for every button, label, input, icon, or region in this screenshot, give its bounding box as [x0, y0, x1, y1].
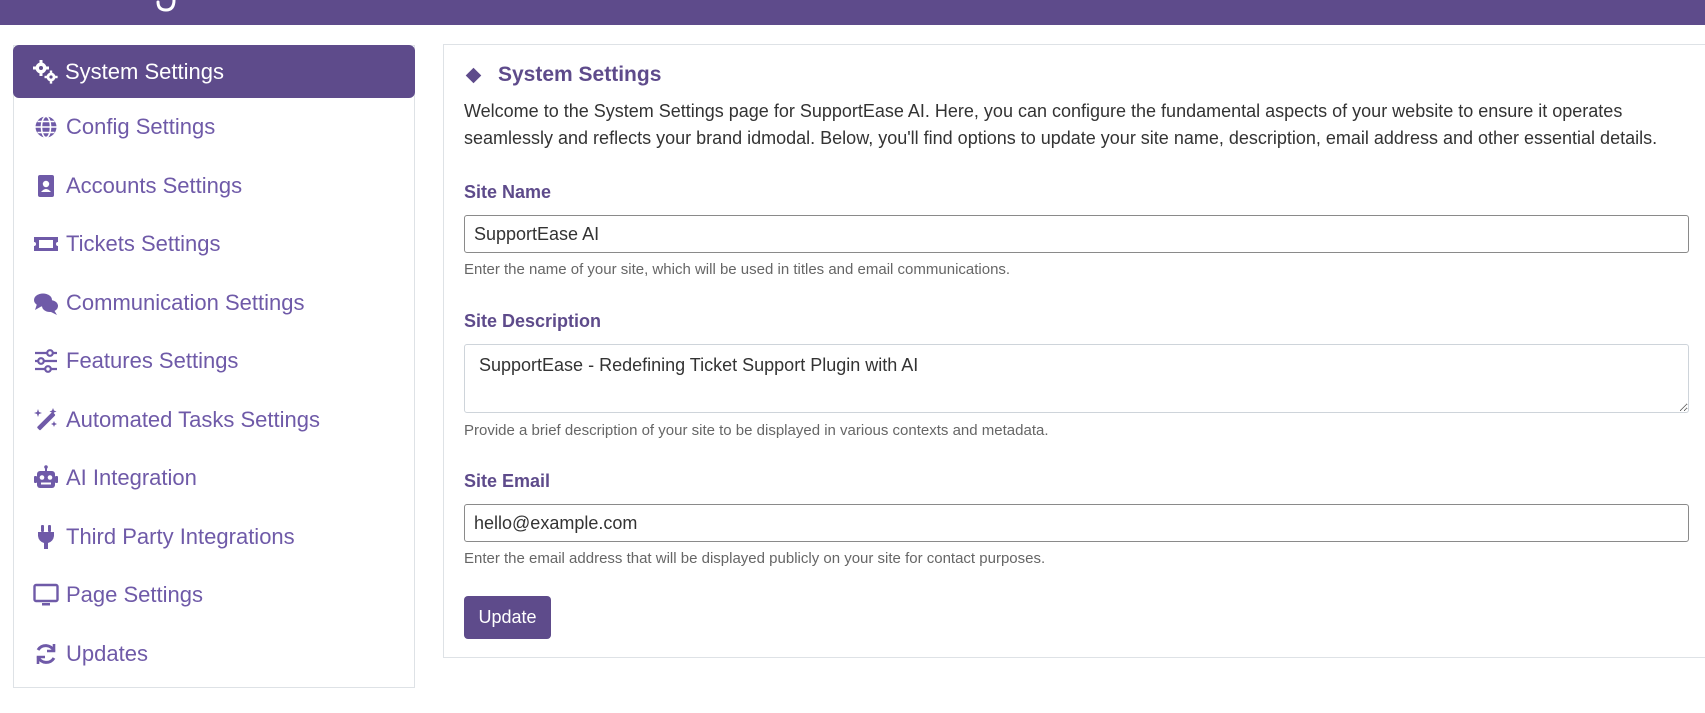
- sidebar-item-accounts-settings[interactable]: Accounts Settings: [14, 157, 414, 216]
- logo-icon: [156, 0, 176, 12]
- sidebar-item-page-settings[interactable]: Page Settings: [14, 566, 414, 625]
- sidebar-item-label: AI Integration: [66, 465, 197, 491]
- sidebar-item-config-settings[interactable]: Config Settings: [14, 98, 414, 157]
- magic-wand-icon: [32, 406, 60, 434]
- refresh-icon: [32, 640, 60, 668]
- sidebar-item-communication-settings[interactable]: Communication Settings: [14, 274, 414, 333]
- sidebar-item-label: Communication Settings: [66, 289, 305, 315]
- desktop-icon: [32, 581, 60, 609]
- page-title: System Settings: [464, 63, 661, 87]
- sidebar-item-automated-tasks-settings[interactable]: Automated Tasks Settings: [14, 391, 414, 450]
- globe-icon: [32, 113, 60, 141]
- gears-icon: [31, 58, 59, 86]
- site-description-textarea[interactable]: SupportEase - Redefining Ticket Support …: [464, 344, 1689, 413]
- sidebar-item-system-settings[interactable]: System Settings: [13, 45, 415, 98]
- plug-icon: [32, 523, 60, 551]
- comments-icon: [32, 289, 60, 317]
- sidebar-item-tickets-settings[interactable]: Tickets Settings: [14, 215, 414, 274]
- settings-sidebar: System Settings Config Settings Accounts…: [13, 45, 415, 688]
- sidebar-item-label: Updates: [66, 640, 148, 666]
- settings-panel: System Settings Welcome to the System Se…: [443, 44, 1705, 658]
- sidebar-item-features-settings[interactable]: Features Settings: [14, 332, 414, 391]
- sidebar-item-third-party-integrations[interactable]: Third Party Integrations: [14, 508, 414, 567]
- ticket-icon: [32, 230, 60, 258]
- sidebar-item-ai-integration[interactable]: AI Integration: [14, 449, 414, 508]
- site-description-label: Site Description: [464, 311, 602, 331]
- sliders-icon: [32, 347, 60, 375]
- sidebar-item-label: System Settings: [65, 58, 224, 84]
- site-email-help: Enter the email address that will be dis…: [464, 550, 1046, 567]
- site-name-help: Enter the name of your site, which will …: [464, 261, 1011, 278]
- sidebar-item-label: Automated Tasks Settings: [66, 406, 320, 432]
- sidebar-item-label: Page Settings: [66, 582, 203, 608]
- sidebar-item-label: Config Settings: [66, 114, 216, 140]
- sidebar-item-label: Features Settings: [66, 348, 239, 374]
- site-email-label: Site Email: [464, 471, 551, 491]
- site-email-input[interactable]: [464, 504, 1689, 542]
- sidebar-item-label: Third Party Integrations: [66, 523, 295, 549]
- site-name-input[interactable]: [464, 215, 1689, 253]
- sidebar-item-label: Tickets Settings: [66, 231, 221, 257]
- robot-icon: [32, 464, 60, 492]
- site-description-help: Provide a brief description of your site…: [464, 422, 1049, 439]
- update-button[interactable]: Update: [464, 596, 551, 639]
- sidebar-item-label: Accounts Settings: [66, 172, 243, 198]
- diamond-icon: [465, 67, 482, 83]
- sidebar-item-updates[interactable]: Updates: [14, 625, 414, 684]
- intro-text: Welcome to the System Settings page for …: [464, 101, 1658, 148]
- top-header-bar: [0, 0, 1705, 25]
- site-name-label: Site Name: [464, 182, 552, 202]
- id-badge-icon: [32, 172, 60, 200]
- page-title-text: System Settings: [498, 63, 662, 86]
